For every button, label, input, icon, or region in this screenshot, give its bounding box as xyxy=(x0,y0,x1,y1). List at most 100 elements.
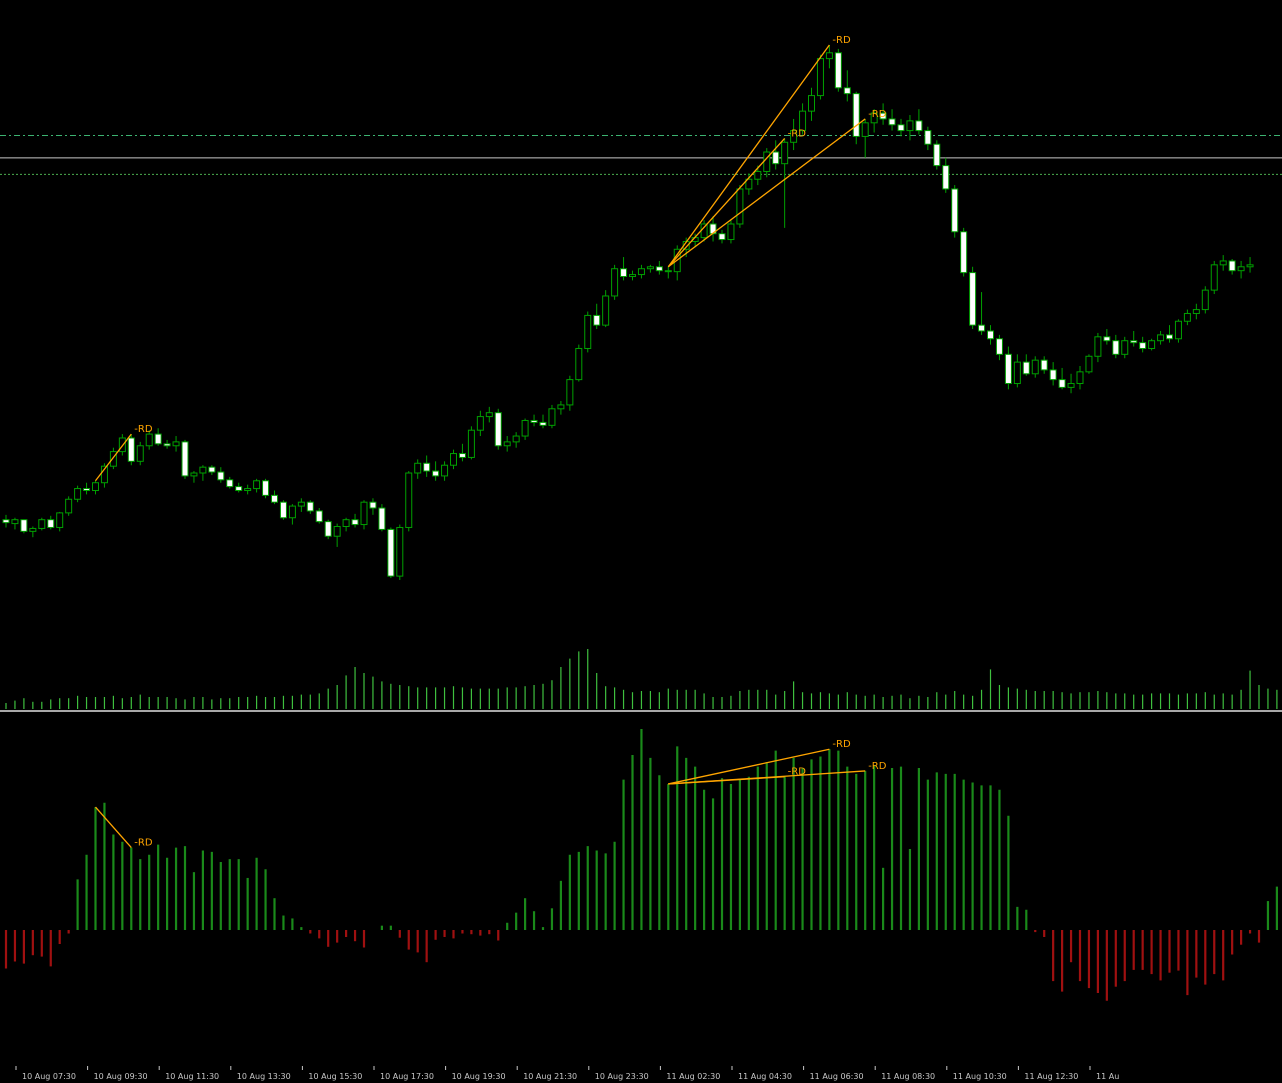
candle[interactable] xyxy=(960,227,968,277)
candle[interactable] xyxy=(1174,319,1182,343)
candle[interactable] xyxy=(1004,346,1012,390)
price-panel[interactable] xyxy=(2,45,1254,580)
candle[interactable] xyxy=(396,524,404,580)
candle[interactable] xyxy=(808,87,815,121)
candle[interactable] xyxy=(2,514,10,528)
candle[interactable] xyxy=(163,439,171,449)
candle[interactable] xyxy=(1085,354,1093,374)
trading-chart[interactable]: -RD-RD-RD-RD-RD-RD-RD-RD 10 Aug 07:30 10 … xyxy=(0,0,1282,1083)
candle[interactable] xyxy=(226,476,234,489)
candle[interactable] xyxy=(1058,367,1066,390)
candle[interactable] xyxy=(208,465,216,475)
candle[interactable] xyxy=(432,461,440,481)
candle[interactable] xyxy=(378,504,386,532)
candle[interactable] xyxy=(1192,303,1200,320)
candle[interactable] xyxy=(217,467,225,483)
candle[interactable] xyxy=(646,264,654,273)
candle[interactable] xyxy=(1067,373,1075,394)
candle[interactable] xyxy=(942,157,950,193)
candle[interactable] xyxy=(521,418,529,440)
candle[interactable] xyxy=(1121,336,1129,359)
candle[interactable] xyxy=(1076,366,1084,390)
candle[interactable] xyxy=(1022,354,1030,376)
candle[interactable] xyxy=(306,500,314,514)
candle[interactable] xyxy=(387,527,395,579)
candle[interactable] xyxy=(593,303,601,330)
candle[interactable] xyxy=(888,109,896,131)
candle[interactable] xyxy=(38,517,46,531)
candle[interactable] xyxy=(1094,332,1102,363)
candle[interactable] xyxy=(83,482,91,495)
candle[interactable] xyxy=(1237,260,1245,279)
candle[interactable] xyxy=(172,436,180,452)
candle[interactable] xyxy=(74,485,82,503)
candle[interactable] xyxy=(566,375,574,411)
candle[interactable] xyxy=(127,434,135,466)
candle[interactable] xyxy=(1103,329,1111,345)
candle[interactable] xyxy=(333,523,341,547)
candle[interactable] xyxy=(1157,330,1165,345)
candle[interactable] xyxy=(763,148,771,178)
candle[interactable] xyxy=(1201,286,1209,314)
candle[interactable] xyxy=(772,140,780,170)
candle[interactable] xyxy=(1130,330,1138,347)
candle[interactable] xyxy=(611,264,619,300)
candle[interactable] xyxy=(978,292,986,335)
candle[interactable] xyxy=(20,519,28,534)
candle[interactable] xyxy=(1040,356,1048,374)
candle[interactable] xyxy=(512,432,520,448)
candle[interactable] xyxy=(1228,259,1236,275)
candle[interactable] xyxy=(852,91,860,145)
candle[interactable] xyxy=(906,115,914,141)
candle[interactable] xyxy=(548,404,556,429)
candle[interactable] xyxy=(11,517,19,530)
candle[interactable] xyxy=(933,140,941,170)
candle[interactable] xyxy=(1183,309,1191,326)
histogram-panel[interactable] xyxy=(4,728,1279,1001)
candle[interactable] xyxy=(584,311,592,353)
candle[interactable] xyxy=(423,455,431,477)
candle[interactable] xyxy=(664,266,672,279)
candle[interactable] xyxy=(485,406,493,423)
candle[interactable] xyxy=(494,408,502,450)
candle[interactable] xyxy=(530,414,538,427)
candle[interactable] xyxy=(861,118,869,158)
candle[interactable] xyxy=(244,484,252,495)
candle[interactable] xyxy=(1246,257,1254,273)
candle[interactable] xyxy=(262,478,270,499)
candle[interactable] xyxy=(476,410,484,437)
candle[interactable] xyxy=(297,498,305,512)
candle[interactable] xyxy=(503,436,511,452)
candle[interactable] xyxy=(154,428,162,446)
candle[interactable] xyxy=(324,519,332,540)
candle[interactable] xyxy=(1210,260,1218,295)
candle[interactable] xyxy=(414,459,422,479)
candle[interactable] xyxy=(834,48,842,92)
candle[interactable] xyxy=(1112,334,1120,359)
candle[interactable] xyxy=(637,264,645,279)
candle[interactable] xyxy=(458,443,466,462)
candle[interactable] xyxy=(655,260,663,275)
candle[interactable] xyxy=(190,471,198,483)
candle[interactable] xyxy=(441,461,449,481)
candle[interactable] xyxy=(369,498,377,515)
candle[interactable] xyxy=(279,500,287,520)
candle[interactable] xyxy=(987,325,994,345)
candle[interactable] xyxy=(915,109,923,135)
candle[interactable] xyxy=(56,511,64,532)
candle[interactable] xyxy=(1139,336,1147,353)
candle[interactable] xyxy=(92,480,99,495)
candle[interactable] xyxy=(199,465,207,481)
candle[interactable] xyxy=(781,138,789,228)
candle[interactable] xyxy=(1049,362,1057,386)
candle[interactable] xyxy=(288,504,296,525)
candle[interactable] xyxy=(951,185,959,238)
candle[interactable] xyxy=(1031,356,1039,378)
candle[interactable] xyxy=(727,220,735,244)
candle[interactable] xyxy=(1148,338,1156,351)
candle[interactable] xyxy=(897,118,905,137)
candle[interactable] xyxy=(29,526,37,538)
candle[interactable] xyxy=(557,401,565,415)
candle[interactable] xyxy=(602,290,610,328)
candle[interactable] xyxy=(539,414,547,429)
